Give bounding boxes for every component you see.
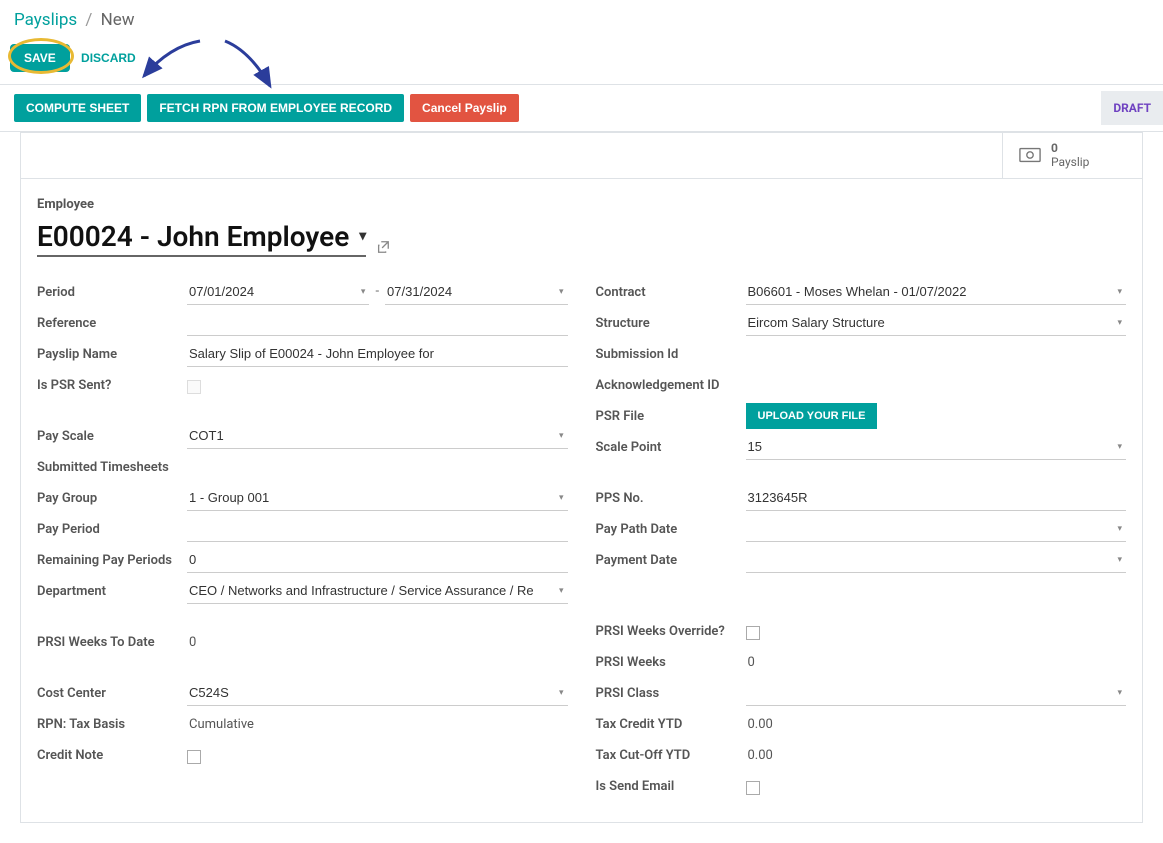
pay-group-select[interactable] (187, 485, 568, 511)
remaining-pay-periods-label: Remaining Pay Periods (37, 547, 187, 568)
fetch-rpn-button[interactable]: FETCH RPN FROM EMPLOYEE RECORD (147, 94, 404, 122)
submission-id-label: Submission Id (596, 341, 746, 362)
period-separator: - (373, 284, 381, 299)
breadcrumb-current: New (101, 10, 135, 30)
credit-note-label: Credit Note (37, 742, 187, 763)
prsi-weeks-label: PRSI Weeks (596, 649, 746, 670)
external-link-icon[interactable] (376, 240, 390, 258)
left-column: Period ▾ - ▾ (37, 279, 568, 804)
prsi-weeks-override-checkbox[interactable] (746, 626, 760, 640)
pps-no-label: PPS No. (596, 485, 746, 506)
breadcrumb-separator: / (85, 10, 92, 30)
pay-path-date-label: Pay Path Date (596, 516, 746, 537)
structure-select[interactable] (746, 310, 1127, 336)
rpn-tax-basis-label: RPN: Tax Basis (37, 711, 187, 732)
period-label: Period (37, 279, 187, 300)
period-to-input[interactable] (385, 279, 567, 305)
structure-label: Structure (596, 310, 746, 331)
status-badge: DRAFT (1101, 91, 1163, 125)
employee-select[interactable]: E00024 - John Employee ▾ (37, 220, 366, 257)
payslip-name-label: Payslip Name (37, 341, 187, 362)
breadcrumb-root[interactable]: Payslips (14, 10, 77, 30)
department-label: Department (37, 578, 187, 599)
is-send-email-checkbox[interactable] (746, 781, 760, 795)
reference-label: Reference (37, 310, 187, 331)
pay-path-date-input[interactable] (746, 516, 1127, 542)
cost-center-select[interactable] (187, 680, 568, 706)
prsi-weeks-to-date-label: PRSI Weeks To Date (37, 629, 187, 650)
tax-credit-ytd-value: 0.00 (746, 711, 1127, 738)
prsi-class-select[interactable] (746, 680, 1127, 706)
upload-file-button[interactable]: UPLOAD YOUR FILE (746, 403, 878, 429)
payslip-name-input[interactable] (187, 341, 568, 367)
is-psr-sent-label: Is PSR Sent? (37, 372, 187, 393)
payment-date-input[interactable] (746, 547, 1127, 573)
scale-point-select[interactable] (746, 434, 1127, 460)
tax-cutoff-ytd-label: Tax Cut-Off YTD (596, 742, 746, 763)
stat-count: 0 (1051, 141, 1089, 155)
prsi-weeks-override-label: PRSI Weeks Override? (596, 618, 746, 639)
pps-no-input[interactable] (746, 485, 1127, 511)
acknowledgement-id-label: Acknowledgement ID (596, 372, 746, 393)
payment-date-label: Payment Date (596, 547, 746, 568)
caret-down-icon: ▾ (359, 228, 366, 244)
stat-payslip-button[interactable]: 0 Payslip (1002, 133, 1142, 178)
pay-period-input[interactable] (187, 516, 568, 542)
cancel-payslip-button[interactable]: Cancel Payslip (410, 94, 519, 122)
stat-buttons-row: 0 Payslip (21, 133, 1142, 179)
tax-credit-ytd-label: Tax Credit YTD (596, 711, 746, 732)
contract-select[interactable] (746, 279, 1127, 305)
cost-center-label: Cost Center (37, 680, 187, 701)
period-from-input[interactable] (187, 279, 369, 305)
prsi-weeks-value: 0 (746, 649, 1127, 676)
save-button[interactable]: SAVE (10, 44, 70, 72)
annotation-arrow-1 (130, 36, 210, 86)
prsi-weeks-to-date-value: 0 (187, 629, 568, 656)
save-discard-row: SAVE DISCARD (0, 40, 1163, 84)
employee-label: Employee (37, 197, 1126, 212)
pay-scale-select[interactable] (187, 423, 568, 449)
pay-scale-label: Pay Scale (37, 423, 187, 444)
employee-value: E00024 - John Employee (37, 220, 349, 253)
reference-input[interactable] (187, 310, 568, 336)
stat-label: Payslip (1051, 155, 1089, 169)
right-column: Contract ▾ Structure ▾ (596, 279, 1127, 804)
pay-period-label: Pay Period (37, 516, 187, 537)
tax-cutoff-ytd-value: 0.00 (746, 742, 1127, 769)
scale-point-label: Scale Point (596, 434, 746, 455)
psr-file-label: PSR File (596, 403, 746, 424)
department-select[interactable] (187, 578, 568, 604)
submitted-timesheets-label: Submitted Timesheets (37, 454, 187, 475)
contract-label: Contract (596, 279, 746, 300)
discard-button[interactable]: DISCARD (81, 51, 136, 65)
action-bar: COMPUTE SHEET FETCH RPN FROM EMPLOYEE RE… (0, 84, 1163, 132)
remaining-pay-periods-input[interactable] (187, 547, 568, 573)
is-psr-sent-checkbox[interactable] (187, 380, 201, 394)
rpn-tax-basis-value: Cumulative (187, 711, 568, 738)
compute-sheet-button[interactable]: COMPUTE SHEET (14, 94, 141, 122)
pay-group-label: Pay Group (37, 485, 187, 506)
breadcrumb: Payslips / New (0, 0, 1163, 40)
is-send-email-label: Is Send Email (596, 773, 746, 794)
form-sheet: 0 Payslip Employee E00024 - John Employe… (20, 132, 1143, 823)
prsi-class-label: PRSI Class (596, 680, 746, 701)
money-icon (1019, 147, 1041, 163)
